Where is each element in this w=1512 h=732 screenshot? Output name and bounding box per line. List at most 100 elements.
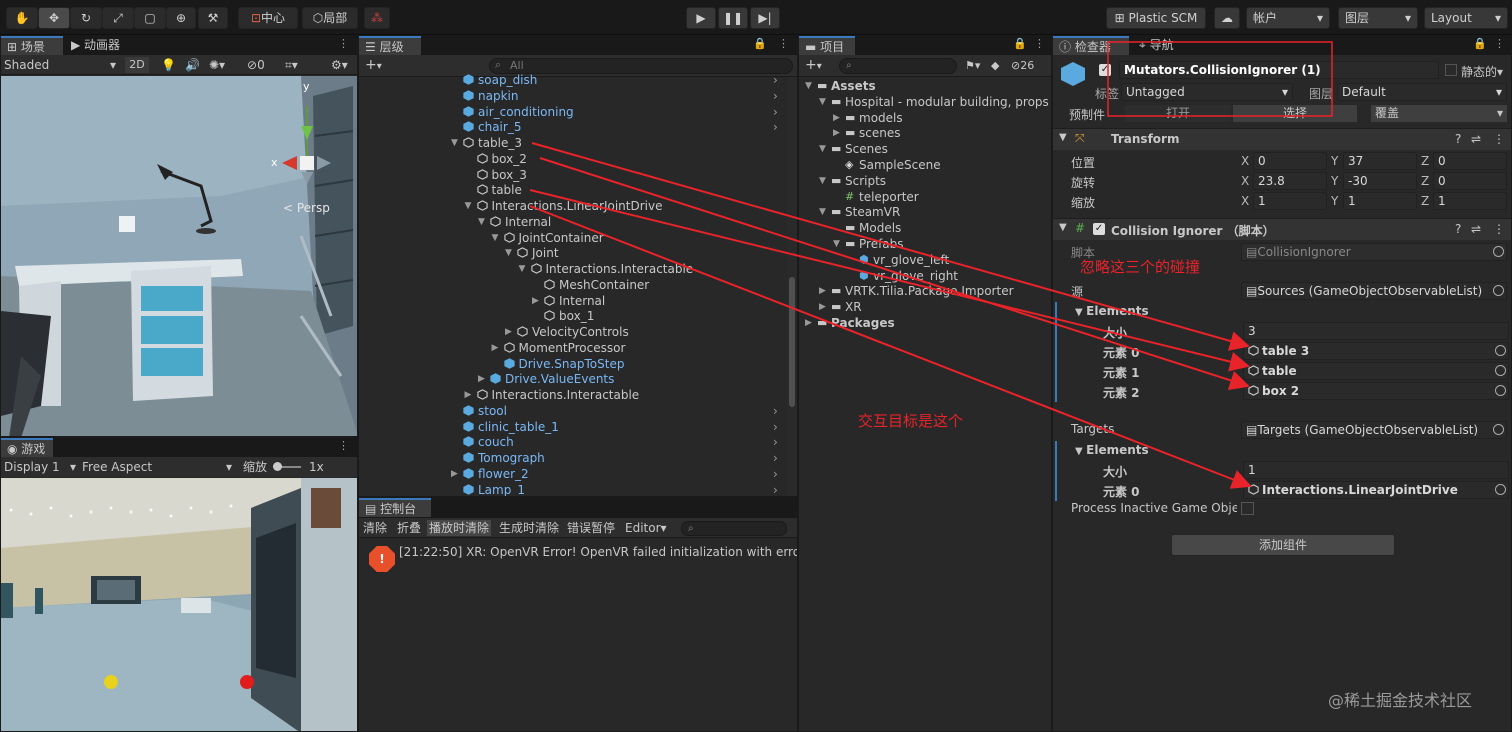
- tab-console[interactable]: ▤ 控制台: [359, 498, 431, 517]
- hierarchy-item[interactable]: box_3: [359, 167, 787, 183]
- targets-field[interactable]: ▤Targets (GameObjectObservableList): [1241, 421, 1507, 439]
- project-item[interactable]: ▶ ▬ XR: [799, 299, 1051, 315]
- hierarchy-item[interactable]: ▶ Drive.ValueEvents: [359, 371, 787, 387]
- expand-arrow-icon[interactable]: ▶: [833, 110, 843, 126]
- hierarchy-item[interactable]: ▶ VelocityControls: [359, 324, 787, 340]
- hierarchy-item[interactable]: ▼ Joint: [359, 245, 787, 261]
- lock-icon[interactable]: 🔒: [753, 37, 767, 50]
- object-picker-icon[interactable]: [1493, 424, 1504, 435]
- plastic-scm-button[interactable]: ⊞ Plastic SCM: [1106, 7, 1206, 29]
- step-button[interactable]: ▶|: [750, 7, 780, 29]
- hierarchy-item[interactable]: Tomograph ›: [359, 450, 787, 466]
- chevron-right-icon[interactable]: ›: [773, 88, 778, 104]
- chevron-right-icon[interactable]: ›: [773, 403, 778, 419]
- project-item[interactable]: ▶ ▬ VRTK.Tilia.Package.Importer: [799, 283, 1051, 299]
- help-icon[interactable]: ?: [1455, 132, 1461, 146]
- more-icon[interactable]: ⋮: [338, 439, 349, 452]
- play-button[interactable]: ▶: [686, 7, 716, 29]
- tab-project[interactable]: ▬ 项目: [799, 36, 855, 55]
- clear-on-build-button[interactable]: 生成时清除: [499, 520, 559, 536]
- rect-tool-icon[interactable]: ▢: [134, 7, 166, 29]
- label-icon[interactable]: ◆: [991, 58, 999, 74]
- scrollbar-thumb[interactable]: [789, 277, 795, 407]
- layers-dropdown[interactable]: 图层 ▾: [1338, 7, 1418, 29]
- object-name-input[interactable]: Mutators.CollisionIgnorer (1): [1119, 61, 1439, 79]
- process-inactive-checkbox[interactable]: [1241, 502, 1254, 515]
- chevron-right-icon[interactable]: ›: [773, 434, 778, 450]
- game-viewport[interactable]: [1, 478, 358, 732]
- aspect-dropdown[interactable]: Free Aspect ▾: [82, 459, 232, 475]
- hierarchy-item[interactable]: air_conditioning ›: [359, 104, 787, 120]
- chevron-right-icon[interactable]: ›: [773, 482, 778, 497]
- expand-arrow-icon[interactable]: ▼: [819, 141, 829, 157]
- sources-elements-foldout[interactable]: ▼ Elements: [1075, 304, 1149, 318]
- hierarchy-item[interactable]: box_1: [359, 308, 787, 324]
- lighting-icon[interactable]: 💡: [161, 57, 176, 73]
- project-item[interactable]: # teleporter: [799, 189, 1051, 205]
- expand-arrow-icon[interactable]: ▼: [451, 135, 461, 151]
- error-pause-button[interactable]: 错误暂停: [567, 520, 615, 536]
- tab-hierarchy[interactable]: ☰ 层级: [359, 36, 421, 55]
- clear-button[interactable]: 清除: [363, 520, 387, 536]
- object-picker-icon[interactable]: [1495, 484, 1506, 495]
- pause-button[interactable]: ❚❚: [718, 7, 748, 29]
- expand-arrow-icon[interactable]: ▼: [505, 245, 515, 261]
- prefab-overrides-dropdown[interactable]: 覆盖 ▾: [1371, 105, 1507, 122]
- grid-snap-icon[interactable]: ⁂: [364, 7, 390, 29]
- move-tool-icon[interactable]: ✥: [38, 7, 70, 29]
- expand-arrow-icon[interactable]: ▼: [478, 214, 488, 230]
- layout-dropdown[interactable]: Layout ▾: [1424, 7, 1508, 29]
- expand-arrow-icon[interactable]: ▼: [819, 173, 829, 189]
- hierarchy-item[interactable]: box_2: [359, 151, 787, 167]
- transform-tool-icon[interactable]: ⊕: [166, 7, 196, 29]
- project-item[interactable]: ▶ ▬ models: [799, 110, 1051, 126]
- transform-pos-z-input[interactable]: 0: [1433, 152, 1507, 170]
- active-checkbox[interactable]: ✓: [1099, 64, 1111, 76]
- targets-elements-foldout[interactable]: ▼ Elements: [1075, 443, 1149, 457]
- object-picker-icon[interactable]: [1493, 246, 1504, 257]
- axis-y-label[interactable]: Y: [1331, 174, 1338, 188]
- expand-arrow-icon[interactable]: ▼: [465, 198, 475, 214]
- effects-icon[interactable]: ✺▾: [209, 57, 225, 73]
- lock-icon[interactable]: 🔒: [1473, 37, 1487, 50]
- create-dropdown[interactable]: +▾: [805, 57, 822, 75]
- shading-dropdown[interactable]: Shaded ▾: [4, 57, 116, 73]
- 2d-toggle[interactable]: 2D: [125, 57, 149, 73]
- console-search-input[interactable]: ⌕: [681, 521, 787, 536]
- object-picker-icon[interactable]: [1495, 345, 1506, 356]
- audio-icon[interactable]: 🔊: [185, 57, 200, 73]
- hierarchy-item[interactable]: clinic_table_1 ›: [359, 419, 787, 435]
- tab-inspector[interactable]: ⓘ 检查器: [1053, 36, 1129, 55]
- object-picker-icon[interactable]: [1495, 385, 1506, 396]
- static-dropdown[interactable]: 静态的▾: [1461, 63, 1503, 80]
- hierarchy-item[interactable]: Lamp_1 ›: [359, 482, 787, 497]
- account-dropdown[interactable]: 帐户 ▾: [1246, 7, 1330, 29]
- cloud-icon[interactable]: ☁: [1214, 7, 1240, 29]
- hierarchy-item[interactable]: MeshContainer: [359, 277, 787, 293]
- prefab-open-button[interactable]: 打开: [1125, 105, 1231, 122]
- chevron-right-icon[interactable]: ›: [773, 104, 778, 120]
- expand-arrow-icon[interactable]: ▶: [505, 324, 515, 340]
- expand-arrow-icon[interactable]: ▶: [819, 283, 829, 299]
- pivot-center-button[interactable]: ⊡中心: [238, 7, 298, 29]
- tab-scene[interactable]: ⊞ 场景: [1, 36, 63, 55]
- object-picker-icon[interactable]: [1493, 285, 1504, 296]
- chevron-right-icon[interactable]: ›: [773, 450, 778, 466]
- hierarchy-item[interactable]: table: [359, 182, 787, 198]
- static-checkbox[interactable]: [1445, 64, 1457, 76]
- expand-arrow-icon[interactable]: ▼: [833, 236, 843, 252]
- hierarchy-item[interactable]: ▶ MomentProcessor: [359, 340, 787, 356]
- expand-arrow-icon[interactable]: ▶: [819, 299, 829, 315]
- hierarchy-item[interactable]: ▼ Interactions.Interactable: [359, 261, 787, 277]
- project-item[interactable]: ▼ ▬ SteamVR: [799, 204, 1051, 220]
- project-item[interactable]: ⬢ vr_glove_left: [799, 252, 1051, 268]
- component-enabled-checkbox[interactable]: ✓: [1093, 223, 1105, 235]
- scale-tool-icon[interactable]: ⤢: [102, 7, 134, 29]
- expand-arrow-icon[interactable]: ▶: [532, 293, 542, 309]
- element-object-field[interactable]: table 3: [1243, 342, 1509, 360]
- more-icon[interactable]: ⋮: [338, 37, 349, 50]
- expand-arrow-icon[interactable]: ▶: [451, 466, 461, 482]
- hierarchy-item[interactable]: Drive.SnapToStep: [359, 356, 787, 372]
- expand-arrow-icon[interactable]: ▶: [465, 387, 475, 403]
- lock-icon[interactable]: 🔒: [1013, 37, 1027, 50]
